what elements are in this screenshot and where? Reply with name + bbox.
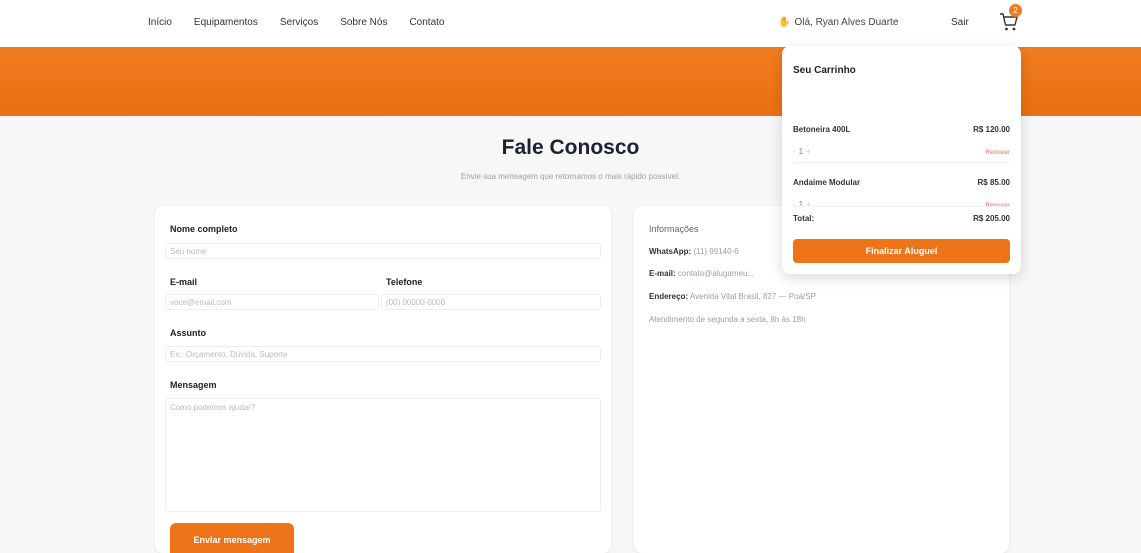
nav-link-contato[interactable]: Contato bbox=[409, 17, 444, 28]
cart-count-badge: 2 bbox=[1009, 4, 1022, 17]
wave-icon: ✋ bbox=[778, 17, 791, 28]
total-label: Total: bbox=[793, 214, 815, 223]
nav-link-servicos[interactable]: Serviços bbox=[280, 17, 318, 28]
decrease-button[interactable]: - bbox=[793, 147, 796, 156]
info-email-label: E-mail: bbox=[649, 269, 676, 278]
quantity-stepper: -1 + bbox=[793, 200, 811, 209]
whatsapp-label: WhatsApp: bbox=[649, 247, 692, 256]
info-title: Informações bbox=[649, 224, 699, 234]
checkout-button[interactable]: Finalizar Aluguel bbox=[793, 239, 1010, 263]
cart-item-price: R$ 85.00 bbox=[977, 178, 1010, 187]
cart-item-price: R$ 120.00 bbox=[973, 125, 1010, 134]
whatsapp-value: (11) 99140-6 bbox=[693, 247, 739, 256]
hours-line: Atendimento de segunda a sexta, 8h às 18… bbox=[649, 315, 806, 324]
message-label: Mensagem bbox=[170, 380, 217, 390]
nav-link-inicio[interactable]: Início bbox=[148, 17, 172, 28]
user-greeting-text: Olá, Ryan Alves Duarte bbox=[794, 17, 899, 28]
cart-item-name: Andaime Modular bbox=[793, 178, 861, 187]
email-line: E-mail: contato@alugameu... bbox=[649, 269, 754, 278]
address-label: Endereço: bbox=[649, 292, 689, 301]
contact-form-card: Nome completo Seu nome E-mail voce@email… bbox=[155, 206, 611, 553]
top-navbar: Início Equipamentos Serviços Sobre Nós C… bbox=[0, 0, 1141, 47]
whatsapp-line: WhatsApp: (11) 99140-6 bbox=[649, 247, 739, 256]
name-input[interactable]: Seu nome bbox=[165, 243, 601, 259]
quantity-value: 1 bbox=[798, 147, 804, 156]
total-value: R$ 205.00 bbox=[973, 214, 1010, 223]
email-label: E-mail bbox=[170, 277, 198, 287]
cart-dropdown: Seu Carrinho Betoneira 400L R$ 120.00 -1… bbox=[782, 46, 1021, 274]
subject-input[interactable]: Ex.: Orçamento, Dúvida, Suporte bbox=[165, 346, 601, 362]
nav-link-sobre-nos[interactable]: Sobre Nós bbox=[340, 17, 387, 28]
address-value: Avenida Vital Brasil, 827 — Poá/SP bbox=[689, 292, 816, 301]
logout-link[interactable]: Sair bbox=[951, 17, 969, 28]
item-divider bbox=[793, 162, 1010, 163]
main-nav: Início Equipamentos Serviços Sobre Nós C… bbox=[148, 17, 444, 28]
cart-item-name: Betoneira 400L bbox=[793, 125, 851, 134]
nav-link-equipamentos[interactable]: Equipamentos bbox=[194, 17, 258, 28]
total-divider bbox=[793, 206, 1010, 207]
quantity-value: 1 bbox=[798, 200, 804, 209]
address-line: Endereço: Avenida Vital Brasil, 827 — Po… bbox=[649, 292, 816, 301]
cart-title: Seu Carrinho bbox=[793, 65, 856, 76]
phone-input[interactable]: (00) 00000-0000 bbox=[381, 294, 601, 310]
send-message-button[interactable]: Enviar mensagem bbox=[170, 523, 294, 553]
decrease-button[interactable]: - bbox=[793, 200, 796, 209]
message-textarea[interactable]: Como podemos ajudar? bbox=[165, 398, 601, 512]
increase-button[interactable]: + bbox=[806, 200, 811, 209]
name-label: Nome completo bbox=[170, 224, 238, 234]
user-greeting: ✋ Olá, Ryan Alves Duarte bbox=[778, 17, 898, 28]
increase-button[interactable]: + bbox=[806, 147, 811, 156]
phone-label: Telefone bbox=[386, 277, 423, 287]
info-email-value: contato@alugameu... bbox=[677, 269, 755, 278]
remove-item-button[interactable]: Remover bbox=[986, 150, 1010, 156]
email-input[interactable]: voce@email.com bbox=[165, 294, 379, 310]
quantity-stepper: -1 + bbox=[793, 147, 811, 156]
subject-label: Assunto bbox=[170, 328, 206, 338]
